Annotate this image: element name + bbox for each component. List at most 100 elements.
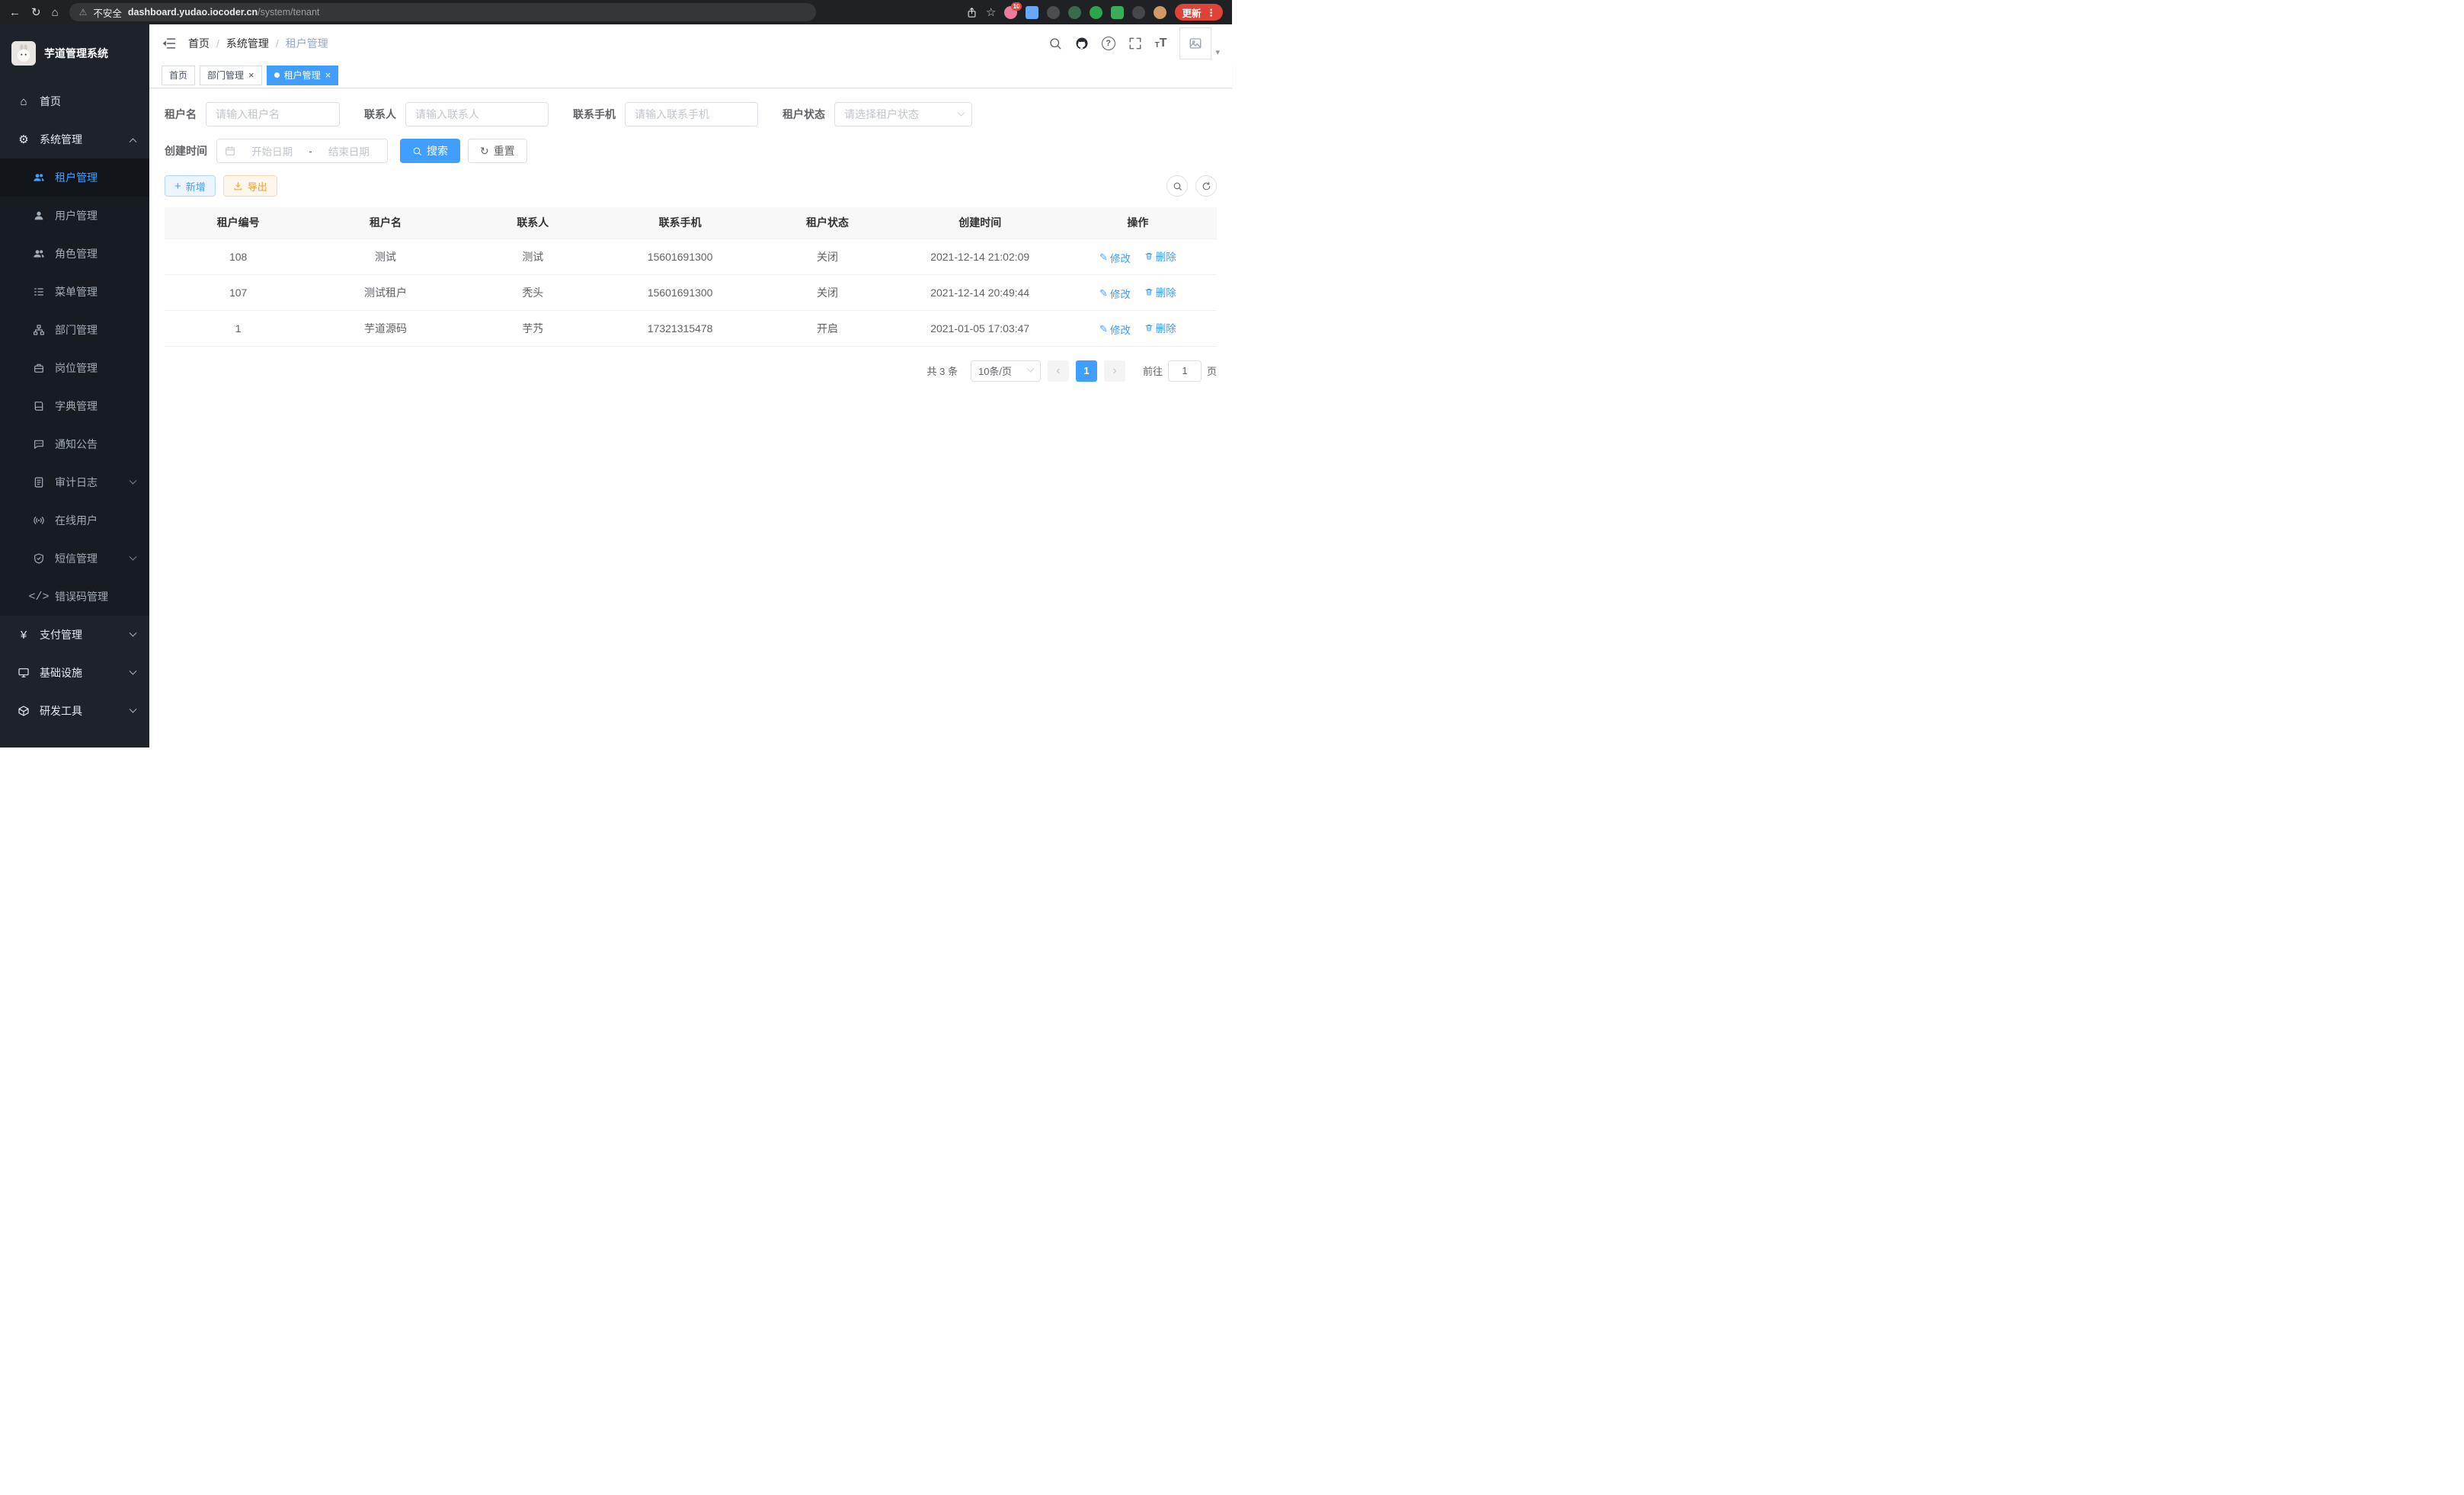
bookmark-star-icon[interactable]: ☆	[986, 7, 996, 18]
search-icon	[412, 146, 422, 156]
col-header: 租户名	[312, 207, 459, 238]
tenant-table: 租户编号 租户名 联系人 联系手机 租户状态 创建时间 操作 108 测试 测试	[165, 207, 1217, 347]
extension-icon[interactable]	[1047, 6, 1060, 19]
export-button[interactable]: 导出	[223, 175, 277, 197]
goto-suffix: 页	[1207, 363, 1217, 378]
fullscreen-icon[interactable]	[1128, 37, 1142, 50]
sidebar-item-sms[interactable]: 短信管理	[0, 539, 149, 578]
delete-button[interactable]: 删除	[1144, 284, 1176, 299]
app-frame: 芋道管理系统 ⌂ 首页 ⚙ 系统管理 租户管理 用户管理 角色管理	[0, 24, 1232, 748]
tab-label: 租户管理	[284, 69, 321, 82]
date-range-picker[interactable]: 开始日期 - 结束日期	[216, 139, 388, 163]
sidebar-fold-icon[interactable]	[162, 36, 177, 51]
cell-actions: ✎修改 删除	[1059, 274, 1217, 310]
chrome-menu-icon[interactable]: ⋮	[1207, 7, 1217, 18]
sidebar-item-home[interactable]: ⌂ 首页	[0, 82, 149, 120]
tab-dept[interactable]: 部门管理 ×	[200, 66, 262, 85]
close-icon[interactable]: ×	[325, 70, 331, 80]
browser-home-icon[interactable]: ⌂	[52, 7, 59, 18]
chrome-update-button[interactable]: 更新 ⋮	[1175, 4, 1223, 21]
sidebar-item-audit-log[interactable]: 审计日志	[0, 463, 149, 501]
col-header: 联系手机	[606, 207, 754, 238]
browser-back-icon[interactable]: ←	[9, 7, 21, 18]
cell-created: 2021-01-05 17:03:47	[901, 310, 1059, 346]
sidebar: 芋道管理系统 ⌂ 首页 ⚙ 系统管理 租户管理 用户管理 角色管理	[0, 24, 149, 748]
edit-label: 修改	[1110, 250, 1131, 265]
sidebar-item-post[interactable]: 岗位管理	[0, 349, 149, 387]
refresh-table-button[interactable]	[1195, 175, 1217, 197]
tab-home[interactable]: 首页	[162, 66, 195, 85]
sidebar-item-dict[interactable]: 字典管理	[0, 387, 149, 425]
extension-icon[interactable]	[1090, 6, 1102, 19]
cell-id: 107	[165, 274, 312, 310]
share-icon[interactable]	[966, 7, 978, 18]
edit-button[interactable]: ✎修改	[1099, 286, 1131, 301]
prev-page-button[interactable]: ‹	[1048, 360, 1069, 382]
breadcrumb-item[interactable]: 首页	[188, 36, 210, 51]
sidebar-item-dept[interactable]: 部门管理	[0, 311, 149, 349]
close-icon[interactable]: ×	[248, 70, 254, 80]
extension-icon[interactable]	[1111, 6, 1124, 19]
sidebar-item-user[interactable]: 用户管理	[0, 197, 149, 235]
sidebar-item-menu[interactable]: 菜单管理	[0, 273, 149, 311]
home-icon: ⌂	[17, 95, 30, 108]
goto-page-input[interactable]	[1168, 360, 1202, 382]
filter-label: 创建时间	[165, 143, 207, 158]
sidebar-item-pay[interactable]: ¥ 支付管理	[0, 616, 149, 654]
page-size-select[interactable]: 10条/页	[971, 360, 1041, 382]
delete-label: 删除	[1156, 320, 1176, 335]
page-number-button[interactable]: 1	[1076, 360, 1097, 382]
sidebar-item-label: 系统管理	[40, 132, 82, 147]
font-size-icon[interactable]: TT	[1155, 37, 1167, 50]
sidebar-item-label: 在线用户	[55, 513, 98, 528]
search-button[interactable]: 搜索	[400, 139, 460, 163]
profile-avatar-icon[interactable]	[1154, 6, 1166, 19]
sidebar-item-tenant[interactable]: 租户管理	[0, 158, 149, 197]
reset-button-label: 重置	[494, 143, 515, 158]
sidebar-item-system[interactable]: ⚙ 系统管理	[0, 120, 149, 158]
sidebar-item-error-code[interactable]: </> 错误码管理	[0, 578, 149, 616]
breadcrumb-current: 租户管理	[286, 36, 328, 51]
extensions-puzzle-icon[interactable]	[1132, 6, 1145, 19]
users-icon	[32, 248, 46, 260]
extension-icon[interactable]	[1026, 6, 1038, 19]
breadcrumb-item[interactable]: 系统管理	[226, 36, 269, 51]
sidebar-logo[interactable]: 芋道管理系统	[0, 24, 149, 82]
browser-reload-icon[interactable]: ↻	[31, 7, 41, 18]
user-avatar-menu[interactable]: ▾	[1179, 27, 1220, 59]
sidebar-item-devtools[interactable]: 研发工具	[0, 692, 149, 730]
edit-label: 修改	[1110, 322, 1131, 337]
search-icon[interactable]	[1048, 37, 1062, 50]
tenant-name-input[interactable]	[206, 102, 340, 126]
sidebar-item-label: 错误码管理	[55, 589, 108, 604]
next-page-button[interactable]: ›	[1104, 360, 1125, 382]
sidebar-item-online-user[interactable]: 在线用户	[0, 501, 149, 539]
sidebar-item-notice[interactable]: 通知公告	[0, 425, 149, 463]
github-icon[interactable]	[1075, 37, 1089, 50]
add-button[interactable]: + 新增	[165, 175, 216, 197]
mobile-input[interactable]	[625, 102, 758, 126]
extension-icon[interactable]	[1068, 6, 1081, 19]
sidebar-item-label: 菜单管理	[55, 284, 98, 299]
goto-page: 前往 页	[1143, 360, 1217, 382]
edit-button[interactable]: ✎修改	[1099, 250, 1131, 265]
delete-button[interactable]: 删除	[1144, 248, 1176, 264]
status-select[interactable]: 请选择租户状态	[834, 102, 972, 126]
tab-tenant[interactable]: 租户管理 ×	[267, 66, 339, 85]
extension-icon[interactable]: 10	[1004, 6, 1017, 19]
breadcrumb: 首页 / 系统管理 / 租户管理	[188, 36, 328, 51]
help-icon[interactable]: ?	[1102, 37, 1115, 50]
sidebar-item-infra[interactable]: 基础设施	[0, 654, 149, 692]
toggle-search-button[interactable]	[1166, 175, 1188, 197]
avatar	[1179, 27, 1211, 59]
sidebar-item-role[interactable]: 角色管理	[0, 235, 149, 273]
security-warning-icon: ⚠	[79, 7, 88, 18]
filter-tenant-name: 租户名	[165, 102, 340, 126]
security-label: 不安全	[93, 5, 122, 20]
edit-button[interactable]: ✎修改	[1099, 322, 1131, 337]
contact-input[interactable]	[405, 102, 549, 126]
delete-button[interactable]: 删除	[1144, 320, 1176, 335]
reset-button[interactable]: ↻ 重置	[468, 139, 527, 163]
address-bar[interactable]: ⚠ 不安全 dashboard.yudao.iocoder.cn/system/…	[69, 3, 816, 21]
sidebar-item-label: 租户管理	[55, 170, 98, 185]
